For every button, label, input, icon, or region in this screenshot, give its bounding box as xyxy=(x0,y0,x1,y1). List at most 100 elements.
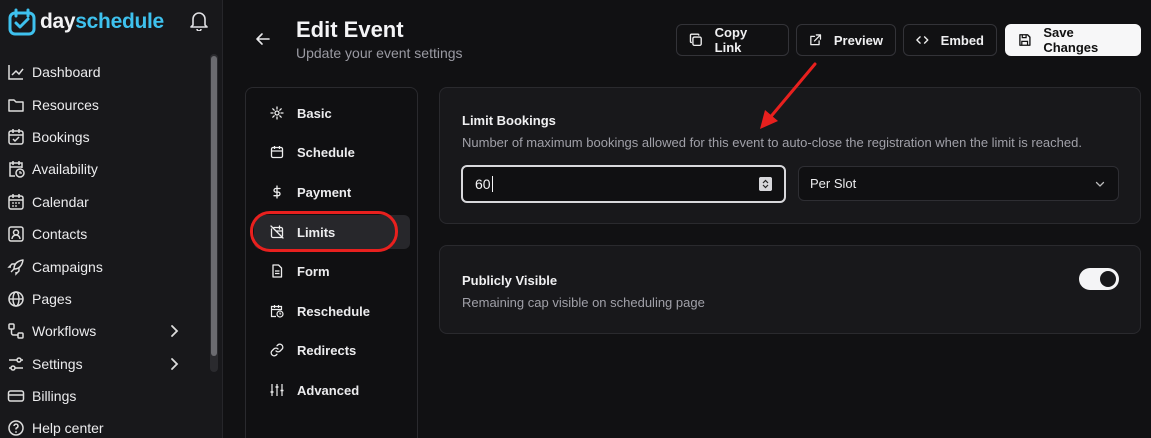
sidebar-item-billings[interactable]: Billings xyxy=(0,380,208,412)
chevron-down-icon xyxy=(1095,181,1105,187)
public-visibility-card: Publicly Visible Remaining cap visible o… xyxy=(439,245,1141,334)
sidebar-item-label: Contacts xyxy=(32,226,88,243)
preview-label: Preview xyxy=(833,32,883,48)
calendar-check-icon xyxy=(8,128,24,145)
tab-label: Payment xyxy=(297,184,352,200)
folder-icon xyxy=(8,98,24,112)
tab-label: Basic xyxy=(297,105,332,121)
public-visibility-title: Publicly Visible xyxy=(462,273,558,288)
back-arrow-icon[interactable] xyxy=(255,31,271,47)
sidebar-item-label: Pages xyxy=(32,290,72,307)
credit-card-icon xyxy=(7,390,25,402)
code-icon xyxy=(916,36,929,44)
file-text-icon xyxy=(272,264,283,278)
sidebar-item-bookings[interactable]: Bookings xyxy=(0,121,208,153)
preview-button[interactable]: Preview xyxy=(796,24,896,56)
sidebar-item-workflows[interactable]: Workflows xyxy=(0,315,208,347)
sidebar-item-contacts[interactable]: Contacts xyxy=(0,218,208,250)
public-visibility-toggle[interactable] xyxy=(1079,268,1119,290)
chart-line-icon xyxy=(8,65,24,80)
tab-schedule[interactable]: Schedule xyxy=(254,135,410,169)
sidebar-item-label: Resources xyxy=(32,96,99,113)
sidebar: dayschedule Dashboard Resources Bookings… xyxy=(0,0,223,438)
limit-bookings-description: Number of maximum bookings allowed for t… xyxy=(462,135,1082,150)
limit-bookings-title: Limit Bookings xyxy=(462,113,556,128)
limit-bookings-input[interactable]: 60 xyxy=(461,165,786,203)
chevron-right-icon xyxy=(171,325,179,338)
limit-bookings-card: Limit Bookings Number of maximum booking… xyxy=(439,87,1141,224)
copy-link-label: Copy Link xyxy=(714,25,748,55)
page-subtitle: Update your event settings xyxy=(296,45,463,61)
tab-label: Redirects xyxy=(297,342,357,358)
copy-icon xyxy=(689,33,702,47)
brand[interactable]: dayschedule xyxy=(8,8,164,36)
tab-limits[interactable]: Limits xyxy=(254,215,410,249)
tab-payment[interactable]: Payment xyxy=(254,175,410,209)
tab-label: Reschedule xyxy=(297,303,370,319)
sidebar-item-label: Billings xyxy=(32,388,77,405)
calendar-icon xyxy=(8,193,24,210)
tab-label: Limits xyxy=(297,224,336,240)
sliders-icon xyxy=(270,384,284,396)
sidebar-item-label: Help center xyxy=(32,420,104,437)
sidebar-item-availability[interactable]: Availability xyxy=(0,153,208,185)
tab-label: Advanced xyxy=(297,382,360,398)
link-icon xyxy=(270,343,284,357)
scrollbar-thumb[interactable] xyxy=(211,56,217,356)
rocket-icon xyxy=(7,258,24,276)
settings-tabs: Basic Schedule Payment Limits Form Resch… xyxy=(245,87,418,438)
sliders-icon xyxy=(9,356,23,371)
sidebar-item-resources[interactable]: Resources xyxy=(0,88,208,120)
sidebar-item-label: Workflows xyxy=(32,323,97,340)
embed-button[interactable]: Embed xyxy=(903,24,997,56)
copy-link-button[interactable]: Copy Link xyxy=(676,24,789,56)
calendar-clock-icon xyxy=(9,161,25,179)
public-visibility-description: Remaining cap visible on scheduling page xyxy=(462,295,705,310)
sidebar-item-label: Settings xyxy=(32,355,83,372)
workflow-icon xyxy=(8,323,24,340)
calendar-clock-icon xyxy=(270,305,284,318)
limit-per-select[interactable]: Per Slot xyxy=(798,166,1119,201)
brand-name: dayschedule xyxy=(40,10,164,33)
save-changes-label: Save Changes xyxy=(1043,25,1099,55)
dollar-icon xyxy=(273,185,281,199)
sidebar-item-label: Bookings xyxy=(32,128,90,145)
tab-label: Form xyxy=(297,263,330,279)
tab-reschedule[interactable]: Reschedule xyxy=(254,294,410,328)
sidebar-nav: Dashboard Resources Bookings Availabilit… xyxy=(0,56,208,438)
save-changes-button[interactable]: Save Changes xyxy=(1005,24,1141,56)
calendar-check-logo-icon xyxy=(8,8,36,36)
toggle-knob xyxy=(1100,271,1116,287)
globe-icon xyxy=(8,291,24,307)
sidebar-item-label: Campaigns xyxy=(32,258,103,275)
embed-label: Embed xyxy=(940,32,984,48)
page-title: Edit Event xyxy=(296,17,404,42)
help-icon xyxy=(8,420,24,437)
text-caret xyxy=(491,176,493,192)
sidebar-item-dashboard[interactable]: Dashboard xyxy=(0,56,208,88)
tab-redirects[interactable]: Redirects xyxy=(254,333,410,367)
sidebar-item-settings[interactable]: Settings xyxy=(0,348,208,380)
limit-value: 60 xyxy=(475,176,491,192)
sidebar-item-label: Dashboard xyxy=(32,64,101,81)
bell-icon[interactable] xyxy=(190,11,208,31)
sidebar-item-label: Availability xyxy=(32,161,98,178)
sidebar-scrollbar[interactable] xyxy=(210,54,218,372)
calendar-off-icon xyxy=(270,225,284,239)
tab-basic[interactable]: Basic xyxy=(254,96,410,130)
limit-per-value: Per Slot xyxy=(810,176,857,191)
contact-icon xyxy=(8,226,24,242)
number-stepper-icon[interactable] xyxy=(759,177,772,191)
tab-label: Schedule xyxy=(297,144,355,160)
save-icon xyxy=(1019,34,1031,46)
tab-advanced[interactable]: Advanced xyxy=(254,373,410,407)
gear-icon xyxy=(270,106,284,120)
sidebar-item-pages[interactable]: Pages xyxy=(0,283,208,315)
chevron-right-icon xyxy=(171,357,179,370)
sidebar-item-help-center[interactable]: Help center xyxy=(0,412,208,438)
sidebar-item-campaigns[interactable]: Campaigns xyxy=(0,250,208,282)
calendar-icon xyxy=(270,146,284,159)
tab-form[interactable]: Form xyxy=(254,254,410,288)
sidebar-item-calendar[interactable]: Calendar xyxy=(0,186,208,218)
external-link-icon xyxy=(810,34,822,46)
